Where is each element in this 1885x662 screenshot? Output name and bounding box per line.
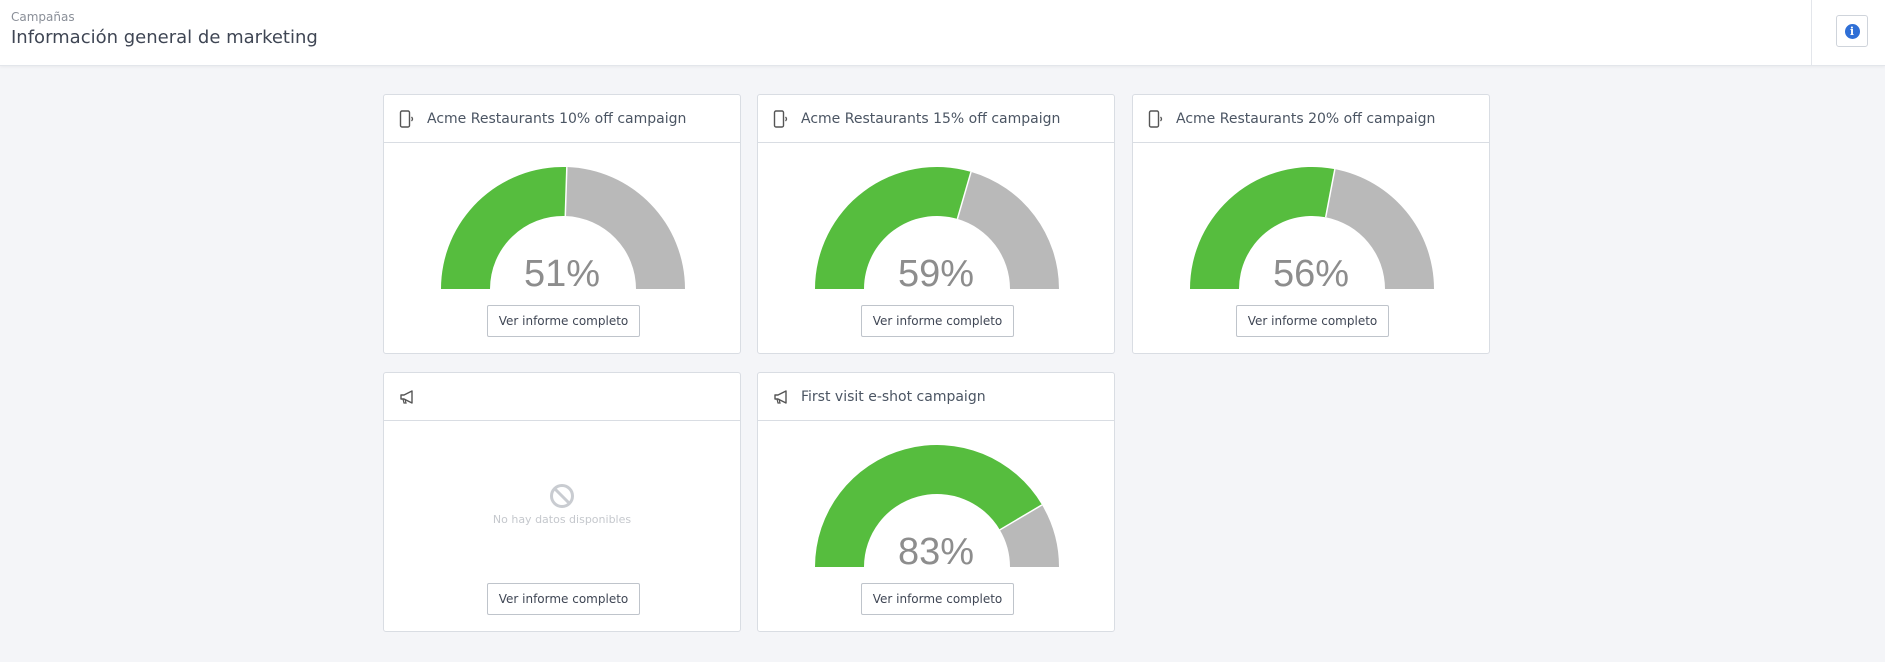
card-title: First visit e-shot campaign: [801, 388, 986, 405]
info-icon: i: [1844, 23, 1860, 39]
mobile-signal-icon: [1148, 109, 1168, 129]
megaphone-icon: [773, 387, 793, 407]
card-title: Acme Restaurants 10% off campaign: [427, 110, 687, 127]
no-data-message: No hay datos disponibles: [384, 483, 740, 526]
card-header: First visit e-shot campaign: [758, 373, 1114, 421]
campaign-card: No hay datos disponibles Ver informe com…: [383, 372, 741, 632]
card-header: [384, 373, 740, 421]
card-header: Acme Restaurants 10% off campaign: [384, 95, 740, 143]
view-report-button[interactable]: Ver informe completo: [861, 305, 1014, 337]
view-report-button[interactable]: Ver informe completo: [1236, 305, 1389, 337]
info-button[interactable]: i: [1836, 15, 1868, 47]
breadcrumb[interactable]: Campañas: [11, 10, 75, 24]
topbar-divider: [1811, 0, 1812, 65]
view-report-button[interactable]: Ver informe completo: [487, 583, 640, 615]
page-title: Información general de marketing: [11, 27, 318, 48]
campaign-card: Acme Restaurants 20% off campaign 56% Ve…: [1132, 94, 1490, 354]
campaign-card: First visit e-shot campaign 83% Ver info…: [757, 372, 1115, 632]
mobile-signal-icon: [399, 109, 419, 129]
view-report-button[interactable]: Ver informe completo: [487, 305, 640, 337]
campaign-card: Acme Restaurants 15% off campaign 59% Ve…: [757, 94, 1115, 354]
no-data-icon: [550, 484, 574, 508]
top-bar: Campañas Información general de marketin…: [0, 0, 1885, 66]
gauge-percent: 59%: [897, 253, 975, 295]
campaign-card: Acme Restaurants 10% off campaign 51% Ve…: [383, 94, 741, 354]
gauge-percent: 83%: [897, 531, 975, 573]
no-data-text: No hay datos disponibles: [492, 513, 632, 526]
card-title: Acme Restaurants 20% off campaign: [1176, 110, 1436, 127]
megaphone-icon: [399, 387, 419, 407]
gauge-percent: 56%: [1272, 253, 1350, 295]
card-header: Acme Restaurants 20% off campaign: [1133, 95, 1489, 143]
card-title: Acme Restaurants 15% off campaign: [801, 110, 1061, 127]
view-report-button[interactable]: Ver informe completo: [861, 583, 1014, 615]
gauge-percent: 51%: [523, 253, 601, 295]
card-header: Acme Restaurants 15% off campaign: [758, 95, 1114, 143]
mobile-signal-icon: [773, 109, 793, 129]
